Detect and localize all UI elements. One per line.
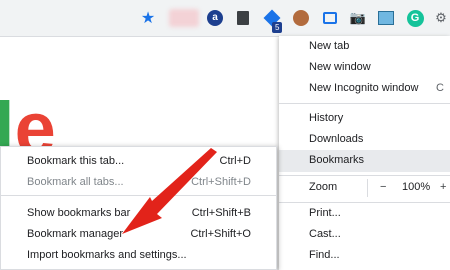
menu-item-bookmarks[interactable]: Bookmarks	[279, 150, 450, 172]
zoom-out-button[interactable]: −	[380, 181, 386, 193]
menu-separator	[279, 175, 450, 176]
zoom-in-button[interactable]: +	[440, 181, 446, 193]
menu-item-find[interactable]: Find...	[279, 245, 450, 267]
menu-label: Downloads	[309, 133, 364, 145]
star-glyph: ★	[140, 10, 156, 27]
zoom-divider	[367, 179, 368, 197]
image-extension-icon[interactable]	[376, 8, 396, 28]
camera-glyph: 📷	[349, 10, 367, 25]
menu-item-new-incognito[interactable]: New Incognito window C	[279, 78, 450, 100]
extension-a-letter: a	[207, 10, 223, 26]
menu-label: History	[309, 112, 344, 124]
submenu-shortcut: Ctrl+Shift+D	[191, 176, 251, 188]
browser-toolbar: ★ a 5 📷 G ⚙	[0, 0, 450, 37]
submenu-label: Import bookmarks and settings...	[27, 249, 187, 261]
menu-item-history[interactable]: History	[279, 108, 450, 130]
submenu-item-import-bookmarks[interactable]: Import bookmarks and settings...	[1, 245, 277, 265]
menu-item-cast[interactable]: Cast...	[279, 224, 450, 246]
menu-label: Print...	[309, 207, 341, 219]
grammarly-icon[interactable]: G	[405, 8, 425, 28]
bookmarks-submenu: Bookmark this tab... Ctrl+D Bookmark all …	[0, 146, 277, 270]
menu-label: New Incognito window	[309, 82, 419, 94]
camera-icon[interactable]: 📷	[348, 8, 368, 28]
submenu-item-show-bookmarks-bar[interactable]: Show bookmarks bar Ctrl+Shift+B	[1, 203, 277, 223]
card-shape	[323, 12, 337, 24]
submenu-label: Bookmark manager	[27, 228, 123, 240]
puzzle-glyph: ⚙	[435, 10, 447, 25]
extension-a-icon[interactable]: a	[205, 8, 225, 28]
submenu-shortcut: Ctrl+D	[219, 155, 251, 167]
menu-label: New tab	[309, 40, 350, 52]
submenu-item-bookmark-manager[interactable]: Bookmark manager Ctrl+Shift+O	[1, 224, 277, 244]
grammarly-letter: G	[406, 9, 424, 27]
zoom-level: 100%	[402, 181, 431, 193]
menu-label: Bookmarks	[309, 154, 365, 166]
menu-label: Find...	[309, 249, 340, 261]
menu-item-zoom: Zoom − 100% +	[279, 177, 450, 199]
star-icon[interactable]: ★	[138, 8, 158, 28]
menu-label: Zoom	[309, 181, 338, 193]
avatar-shape	[293, 10, 309, 26]
avatar-extension-icon[interactable]	[291, 8, 311, 28]
card-extension-icon[interactable]	[320, 8, 340, 28]
submenu-label: Show bookmarks bar	[27, 207, 131, 219]
extension-badge: 5	[272, 22, 283, 33]
blurred-extension[interactable]	[169, 9, 199, 27]
menu-shortcut: C	[436, 82, 444, 94]
menu-label: New window	[309, 61, 371, 73]
submenu-label: Bookmark all tabs...	[27, 176, 124, 188]
menu-item-new-window[interactable]: New window	[279, 57, 450, 79]
menu-label: Cast...	[309, 228, 341, 240]
submenu-shortcut: Ctrl+Shift+B	[191, 207, 251, 219]
image-shape	[378, 11, 394, 25]
menu-item-print[interactable]: Print...	[279, 203, 450, 225]
submenu-item-bookmark-this-tab[interactable]: Bookmark this tab... Ctrl+D	[1, 151, 277, 171]
puzzle-icon[interactable]: ⚙	[431, 8, 450, 28]
menu-item-downloads[interactable]: Downloads	[279, 129, 450, 151]
submenu-label: Bookmark this tab...	[27, 155, 125, 167]
chrome-main-menu: New tab New window New Incognito window C…	[279, 36, 450, 270]
bookmark-extension-icon[interactable]	[233, 8, 253, 28]
bookmark-shape	[237, 11, 249, 25]
submenu-item-bookmark-all-tabs[interactable]: Bookmark all tabs... Ctrl+Shift+D	[1, 172, 277, 192]
menu-separator	[279, 103, 450, 104]
menu-item-new-tab[interactable]: New tab	[279, 36, 450, 58]
submenu-separator	[1, 195, 277, 196]
submenu-shortcut: Ctrl+Shift+O	[190, 228, 251, 240]
